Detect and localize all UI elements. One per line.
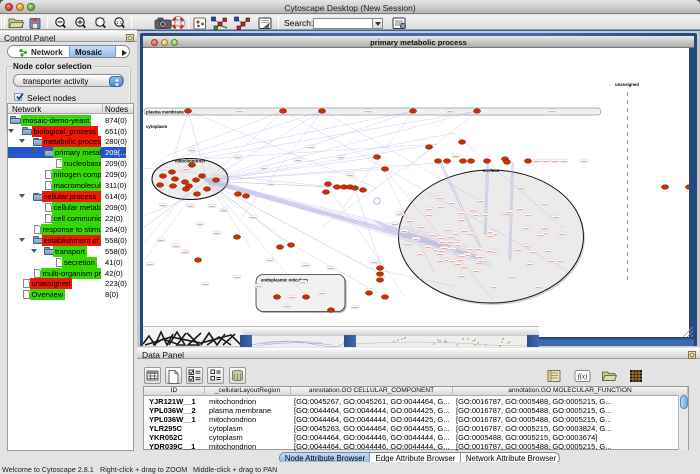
svg-text:unassigned: unassigned bbox=[615, 82, 639, 87]
svg-text:Search:: Search: bbox=[284, 18, 313, 28]
svg-text:f(x): f(x) bbox=[578, 373, 588, 381]
svg-text:cytoplasm: cytoplasm bbox=[146, 124, 167, 129]
svg-text:plasma membrane: plasma membrane bbox=[146, 110, 184, 115]
svg-text:1:1: 1:1 bbox=[116, 20, 123, 25]
